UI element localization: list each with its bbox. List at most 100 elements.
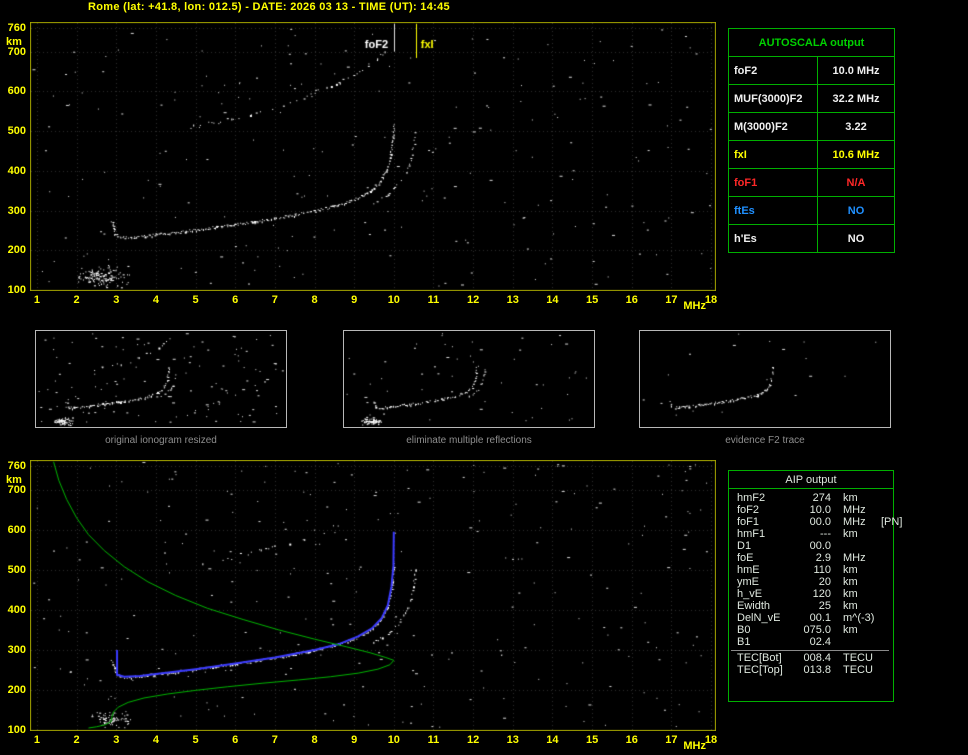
aip-param-unit: km — [843, 576, 858, 588]
autoscala-param-label: fxI — [728, 140, 818, 169]
aip-param-value: 120 — [812, 588, 831, 600]
x-tick-label: 7 — [271, 734, 278, 746]
aip-param-extra — [879, 600, 893, 612]
x-axis-unit-label: MHz — [683, 300, 706, 312]
ionogram-bottom-canvas — [30, 460, 716, 731]
aip-param-value: 25 — [818, 600, 831, 612]
autoscala-title-row: AUTOSCALA output — [728, 28, 895, 57]
autoscala-param-label: h'Es — [728, 224, 818, 253]
ionogram-top-canvas — [30, 22, 716, 291]
x-tick-label: 7 — [271, 294, 278, 306]
x-tick-label: 15 — [585, 294, 599, 306]
autoscala-row: foF2 10.0 MHz — [728, 56, 895, 85]
thumbnail-panel-1: original ionogram resized — [35, 330, 287, 446]
aip-parameter-list: hmF2 274 km foF2 10.0 MHz foF1 00.0 MHz [PN] hmF1 -… — [729, 489, 902, 648]
aip-param-extra: [PN] — [881, 516, 903, 528]
x-tick-label: 16 — [625, 294, 638, 306]
x-tick-label: 1 — [33, 734, 41, 746]
aip-param-label: h_vE — [737, 588, 763, 600]
aip-tec-value: 013.8 — [803, 664, 831, 676]
y-tick-label: 400 — [7, 164, 26, 177]
x-tick-label: 8 — [311, 734, 318, 746]
x-tick-label: 17 — [665, 294, 678, 306]
y-tick-label: 300 — [7, 204, 26, 217]
thumbnail-row: original ionogram resized eliminate multi… — [0, 330, 968, 450]
x-tick-label: 14 — [546, 734, 559, 746]
aip-param-unit — [831, 540, 879, 552]
aip-param-unit: MHz — [843, 552, 866, 564]
x-tick-label: 17 — [665, 734, 678, 746]
autoscala-param-value: 10.0 MHz — [817, 56, 895, 85]
aip-tec-value: 008.4 — [803, 652, 831, 664]
aip-param-unit: km — [843, 588, 858, 600]
aip-row: hmF1 --- km — [729, 528, 893, 540]
aip-param-extra — [879, 552, 893, 564]
y-tick-label: 200 — [7, 683, 26, 696]
x-tick-label: 5 — [192, 294, 199, 306]
x-tick-label: 14 — [546, 294, 559, 306]
aip-param-unit: m^(-3) — [843, 612, 875, 624]
aip-param-label: B1 — [737, 636, 751, 648]
autoscala-row: fxI 10.6 MHz — [728, 140, 895, 169]
x-tick-label: 6 — [232, 294, 239, 306]
thumbnail-canvas — [343, 330, 595, 428]
aip-param-label: hmF2 — [737, 492, 766, 504]
thumbnail-caption: evidence F2 trace — [725, 435, 805, 446]
aip-panel-title: AIP output — [729, 471, 893, 489]
y-tick-label: 500 — [7, 125, 26, 138]
aip-param-extra — [879, 612, 893, 624]
aip-row: DelN_vE 00.1 m^(-3) — [729, 612, 893, 624]
aip-param-value: 274 — [812, 492, 831, 504]
aip-tec-list: TEC[Bot] 008.4 TECU TEC[Top] 013.8 TECU — [729, 652, 893, 676]
aip-tec-label: TEC[Bot] — [737, 652, 782, 664]
thumbnail-canvas — [639, 330, 891, 428]
y-tick-label: 200 — [7, 244, 26, 257]
x-tick-label: 2 — [73, 734, 80, 746]
x-tick-label: 9 — [351, 294, 358, 306]
x-tick-label: 10 — [387, 294, 400, 306]
autoscala-param-value: NO — [817, 196, 895, 225]
aip-row: foF1 00.0 MHz [PN] — [729, 516, 902, 528]
y-tick-label: 400 — [7, 603, 26, 616]
aip-param-extra — [879, 504, 893, 516]
x-tick-label: 13 — [506, 734, 519, 746]
y-tick-label: 300 — [7, 643, 26, 656]
autoscala-param-label: ftEs — [728, 196, 818, 225]
thumbnail-caption: eliminate multiple reflections — [406, 435, 532, 446]
aip-param-label: foE — [737, 552, 754, 564]
aip-tec-row: TEC[Top] 013.8 TECU — [729, 664, 893, 676]
ionogram-plot-bottom: 1 2 3 4 5 6 7 8 9 10 11 12 13 14 15 16 17 18 760 700 600 500 4… — [6, 460, 717, 752]
aip-tec-label: TEC[Top] — [737, 664, 783, 676]
aip-param-value: 10.0 — [809, 504, 831, 516]
thumbnail-panel-2: eliminate multiple reflections — [343, 330, 595, 446]
x-tick-label: 4 — [152, 734, 159, 746]
aip-param-value: --- — [820, 528, 831, 540]
aip-param-label: hmE — [737, 564, 760, 576]
aip-param-extra — [879, 636, 893, 648]
aip-param-unit: km — [843, 600, 858, 612]
autoscala-param-value: N/A — [817, 168, 895, 197]
autoscala-output-table: AUTOSCALA output foF2 10.0 MHz MUF(3000)F2… — [728, 28, 895, 253]
x-tick-label: 16 — [625, 734, 638, 746]
aip-param-extra — [879, 528, 893, 540]
aip-param-unit: km — [843, 624, 858, 636]
aip-row: foE 2.9 MHz — [729, 552, 893, 564]
aip-tec-unit: TECU — [843, 664, 873, 676]
aip-param-value: 00.0 — [809, 516, 831, 528]
autoscala-param-value: 10.6 MHz — [817, 140, 895, 169]
aip-row: hmF2 274 km — [729, 492, 893, 504]
y-tick-label: 760 — [7, 21, 26, 34]
autoscala-param-value: NO — [817, 224, 895, 253]
aip-row: D1 00.0 — [729, 540, 893, 552]
x-tick-label: 12 — [466, 734, 480, 746]
autoscala-param-label: MUF(3000)F2 — [728, 84, 818, 113]
aip-param-unit — [831, 636, 879, 648]
aip-param-value: 00.0 — [809, 540, 831, 552]
y-tick-label: 100 — [7, 724, 26, 736]
aip-param-label: ymE — [737, 576, 759, 588]
autoscala-param-label: M(3000)F2 — [728, 112, 818, 141]
aip-param-value: 075.0 — [803, 624, 831, 636]
station-date-time-title: Rome (lat: +41.8, lon: 012.5) - DATE: 20… — [88, 1, 450, 13]
y-tick-label: 500 — [7, 563, 26, 576]
x-tick-label: 2 — [73, 294, 80, 306]
